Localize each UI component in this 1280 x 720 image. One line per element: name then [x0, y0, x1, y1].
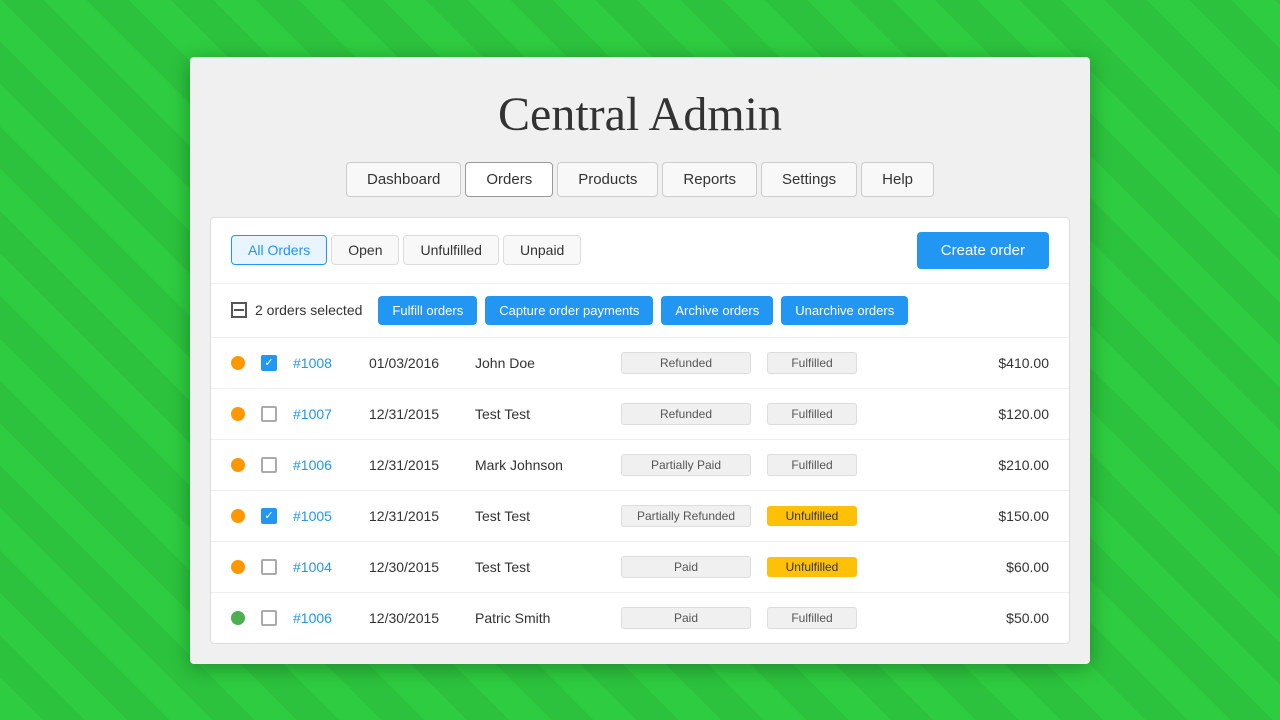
- fulfillment-badge: Fulfilled: [767, 607, 857, 629]
- nav-item-help[interactable]: Help: [861, 162, 934, 197]
- content-area: All OrdersOpenUnfulfilledUnpaid Create o…: [210, 217, 1070, 644]
- status-dot: [231, 356, 245, 370]
- tab-all[interactable]: All Orders: [231, 235, 327, 265]
- table-row: #1005 12/31/2015 Test Test Partially Ref…: [211, 491, 1069, 542]
- selected-info: 2 orders selected: [231, 302, 362, 318]
- order-date: 12/31/2015: [369, 406, 459, 422]
- selected-count: 2 orders selected: [255, 302, 362, 318]
- nav-item-dashboard[interactable]: Dashboard: [346, 162, 461, 197]
- payment-badge: Refunded: [621, 352, 751, 374]
- fulfillment-badge: Unfulfilled: [767, 557, 857, 577]
- fulfillment-badge: Fulfilled: [767, 352, 857, 374]
- fulfillment-badge: Unfulfilled: [767, 506, 857, 526]
- nav-item-reports[interactable]: Reports: [662, 162, 757, 197]
- status-dot: [231, 458, 245, 472]
- order-amount: $210.00: [998, 457, 1049, 473]
- row-checkbox[interactable]: [261, 610, 277, 626]
- order-date: 12/31/2015: [369, 508, 459, 524]
- payment-badge: Partially Refunded: [621, 505, 751, 527]
- content-header: All OrdersOpenUnfulfilledUnpaid Create o…: [211, 218, 1069, 284]
- row-checkbox[interactable]: [261, 559, 277, 575]
- action-btn-fulfill[interactable]: Fulfill orders: [378, 296, 477, 325]
- table-row: #1008 01/03/2016 John Doe Refunded Fulfi…: [211, 338, 1069, 389]
- order-id[interactable]: #1005: [293, 508, 353, 524]
- order-id[interactable]: #1007: [293, 406, 353, 422]
- order-customer: Test Test: [475, 559, 605, 575]
- action-btn-capture[interactable]: Capture order payments: [485, 296, 653, 325]
- order-amount: $410.00: [998, 355, 1049, 371]
- minus-line: [234, 309, 244, 311]
- action-bar: 2 orders selected Fulfill orders Capture …: [211, 284, 1069, 338]
- order-date: 12/30/2015: [369, 559, 459, 575]
- table-row: #1004 12/30/2015 Test Test Paid Unfulfil…: [211, 542, 1069, 593]
- create-order-button[interactable]: Create order: [917, 232, 1049, 269]
- order-customer: Test Test: [475, 406, 605, 422]
- row-checkbox[interactable]: [261, 355, 277, 371]
- order-id[interactable]: #1006: [293, 610, 353, 626]
- nav-item-products[interactable]: Products: [557, 162, 658, 197]
- fulfillment-badge: Fulfilled: [767, 454, 857, 476]
- payment-badge: Refunded: [621, 403, 751, 425]
- status-dot: [231, 509, 245, 523]
- order-customer: Mark Johnson: [475, 457, 605, 473]
- order-amount: $150.00: [998, 508, 1049, 524]
- nav-bar: DashboardOrdersProductsReportsSettingsHe…: [190, 162, 1090, 217]
- action-btn-unarchive[interactable]: Unarchive orders: [781, 296, 908, 325]
- payment-badge: Paid: [621, 607, 751, 629]
- tab-unpaid[interactable]: Unpaid: [503, 235, 581, 265]
- order-date: 12/31/2015: [369, 457, 459, 473]
- status-dot: [231, 407, 245, 421]
- order-date: 01/03/2016: [369, 355, 459, 371]
- action-btn-archive[interactable]: Archive orders: [661, 296, 773, 325]
- status-dot: [231, 560, 245, 574]
- nav-item-settings[interactable]: Settings: [761, 162, 857, 197]
- orders-table: #1008 01/03/2016 John Doe Refunded Fulfi…: [211, 338, 1069, 643]
- table-row: #1006 12/30/2015 Patric Smith Paid Fulfi…: [211, 593, 1069, 643]
- order-amount: $50.00: [1006, 610, 1049, 626]
- order-id[interactable]: #1006: [293, 457, 353, 473]
- order-id[interactable]: #1004: [293, 559, 353, 575]
- app-title: Central Admin: [190, 57, 1090, 162]
- tab-open[interactable]: Open: [331, 235, 399, 265]
- order-customer: Test Test: [475, 508, 605, 524]
- row-checkbox[interactable]: [261, 406, 277, 422]
- partial-select-icon: [231, 302, 247, 318]
- order-date: 12/30/2015: [369, 610, 459, 626]
- order-customer: John Doe: [475, 355, 605, 371]
- main-card: Central Admin DashboardOrdersProductsRep…: [190, 57, 1090, 664]
- tab-bar: All OrdersOpenUnfulfilledUnpaid: [231, 235, 581, 265]
- nav-item-orders[interactable]: Orders: [465, 162, 553, 197]
- status-dot: [231, 611, 245, 625]
- order-id[interactable]: #1008: [293, 355, 353, 371]
- table-row: #1006 12/31/2015 Mark Johnson Partially …: [211, 440, 1069, 491]
- fulfillment-badge: Fulfilled: [767, 403, 857, 425]
- payment-badge: Partially Paid: [621, 454, 751, 476]
- tab-unfulfilled[interactable]: Unfulfilled: [403, 235, 498, 265]
- row-checkbox[interactable]: [261, 457, 277, 473]
- order-customer: Patric Smith: [475, 610, 605, 626]
- order-amount: $120.00: [998, 406, 1049, 422]
- row-checkbox[interactable]: [261, 508, 277, 524]
- table-row: #1007 12/31/2015 Test Test Refunded Fulf…: [211, 389, 1069, 440]
- payment-badge: Paid: [621, 556, 751, 578]
- order-amount: $60.00: [1006, 559, 1049, 575]
